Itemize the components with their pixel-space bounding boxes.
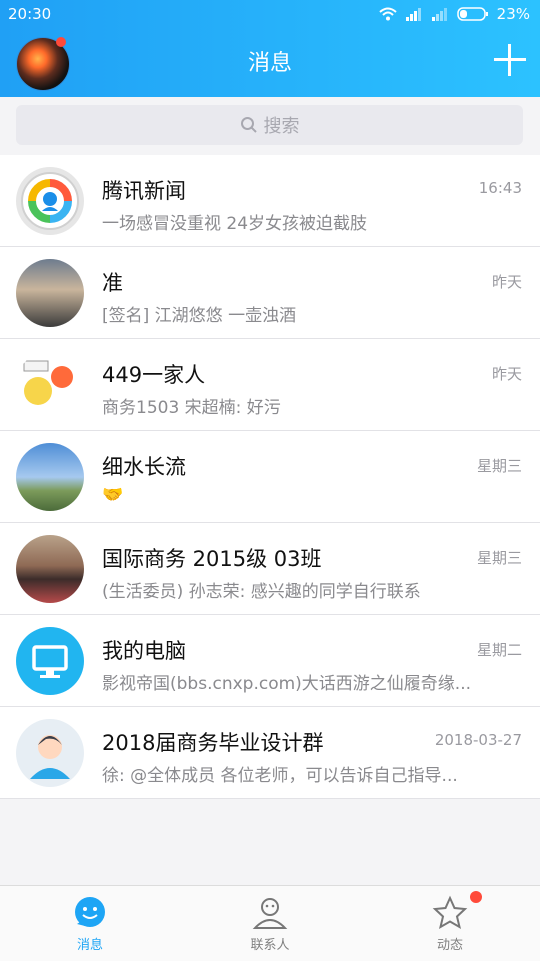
tab-label: 消息	[76, 938, 103, 953]
bottom-tab-bar: 消息 联系人 动态	[0, 885, 540, 961]
conversation-preview: 一场感冒没重视 24岁女孩被迫截肢	[102, 214, 368, 234]
search-input[interactable]: 搜索	[16, 105, 523, 145]
battery-percent: 23%	[496, 5, 530, 23]
conversation-row-my-computer[interactable]: 我的电脑 影视帝国(bbs.cnxp.com)大话西游之仙履奇缘... 星期二	[0, 615, 540, 707]
landscape-avatar	[16, 443, 84, 511]
photo-avatar	[16, 259, 84, 327]
search-area: 搜索	[0, 97, 540, 155]
conversation-preview: 商务1503 宋超楠: 好污	[102, 398, 281, 418]
emoji-sticker-avatar	[16, 351, 84, 419]
wifi-icon	[378, 7, 397, 21]
conversation-name: 准	[102, 271, 123, 295]
conversation-preview: 🤝	[102, 485, 124, 505]
battery-icon	[456, 7, 488, 21]
search-icon	[240, 117, 257, 133]
signal-secondary-icon	[431, 8, 447, 21]
conversation-preview: 徐: @全体成员 各位老师，可以告诉自己指导...	[102, 766, 458, 786]
signal-icon	[405, 8, 421, 21]
tab-label: 联系人	[250, 938, 290, 953]
conversation-preview: [签名] 江湖悠悠 一壶浊酒	[102, 306, 297, 326]
contacts-icon	[252, 898, 288, 929]
conversation-preview: 影视帝国(bbs.cnxp.com)大话西游之仙履奇缘...	[102, 674, 472, 694]
conversation-time: 16:43	[478, 179, 522, 197]
status-bar: 20:30 23%	[0, 0, 540, 28]
computer-avatar	[16, 627, 84, 695]
conversation-name: 449一家人	[102, 363, 206, 387]
chat-bubble-icon	[75, 897, 105, 927]
conversation-time: 昨天	[491, 273, 522, 291]
conversation-time: 星期二	[476, 641, 522, 659]
tab-moments[interactable]: 动态	[360, 886, 540, 961]
conversation-name: 2018届商务毕业设计群	[102, 731, 324, 755]
search-placeholder: 搜索	[263, 116, 300, 137]
add-plus-button[interactable]	[494, 44, 526, 76]
conversation-list: 腾讯新闻 一场感冒没重视 24岁女孩被迫截肢 16:43 准 [签名] 江湖悠悠…	[0, 155, 540, 799]
conversation-time: 星期三	[476, 549, 522, 567]
star-icon	[432, 895, 468, 930]
conversation-row-class-group[interactable]: 国际商务 2015级 03班 (生活委员) 孙志荣: 感兴趣的同学自行联系 星期…	[0, 523, 540, 615]
conversation-time: 昨天	[491, 365, 522, 383]
page-title: 消息	[247, 51, 292, 76]
group-photo-avatar	[16, 535, 84, 603]
status-time: 20:30	[8, 5, 52, 23]
conversation-time: 2018-03-27	[434, 731, 522, 749]
monitor-icon	[32, 645, 68, 678]
notification-badge	[470, 891, 482, 903]
conversation-name: 细水长流	[102, 455, 186, 479]
conversation-name: 国际商务 2015级 03班	[102, 547, 322, 571]
tab-messages[interactable]: 消息	[0, 886, 180, 961]
conversation-preview: (生活委员) 孙志荣: 感兴趣的同学自行联系	[102, 582, 421, 602]
conversation-row-449-family[interactable]: 449一家人 商务1503 宋超楠: 好污 昨天	[0, 339, 540, 431]
conversation-name: 我的电脑	[102, 639, 186, 663]
conversation-row-graduation-group[interactable]: 2018届商务毕业设计群 徐: @全体成员 各位老师，可以告诉自己指导... 2…	[0, 707, 540, 799]
conversation-row-tencent-news[interactable]: 腾讯新闻 一场感冒没重视 24岁女孩被迫截肢 16:43	[0, 155, 540, 247]
conversation-time: 星期三	[476, 457, 522, 475]
conversation-row-xishuichangliu[interactable]: 细水长流 🤝 星期三	[0, 431, 540, 523]
tab-contacts[interactable]: 联系人	[180, 886, 360, 961]
status-indicators: 23%	[378, 5, 530, 23]
conversation-row-zhun[interactable]: 准 [签名] 江湖悠悠 一壶浊酒 昨天	[0, 247, 540, 339]
default-user-avatar	[16, 719, 84, 787]
conversation-name: 腾讯新闻	[102, 179, 186, 203]
tab-label: 动态	[436, 938, 463, 953]
tencent-news-avatar	[16, 167, 84, 235]
app-header: 20:30 23% 消息	[0, 0, 540, 97]
